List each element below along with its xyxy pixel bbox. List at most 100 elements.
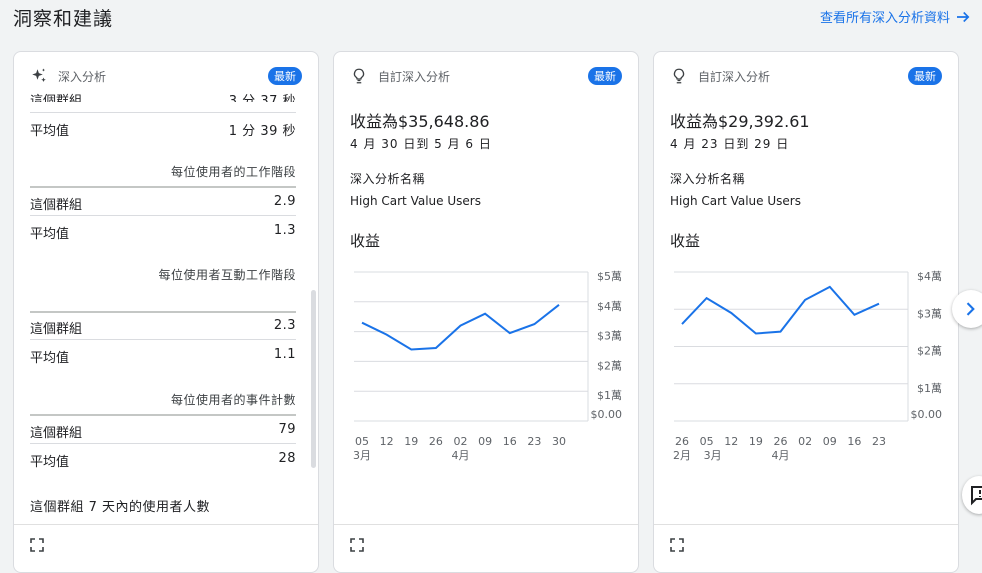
table-row: 這個群組 2.9 — [30, 194, 296, 213]
new-badge: 最新 — [908, 67, 942, 85]
revenue-line-chart: $4萬 $3萬 $2萬 $1萬 $0.00 26 05 12 19 26 02 09 16 23 2月 3月 4… — [673, 270, 943, 462]
x-tick-label: 16 — [847, 435, 861, 448]
insight-value: 收益為$29,392.61 — [670, 112, 810, 131]
y-tick-label: $4萬 — [597, 300, 622, 313]
view-all-label: 查看所有深入分析資料 — [819, 11, 950, 26]
row-value: 28 — [278, 451, 296, 466]
lightbulb-icon — [673, 68, 685, 84]
series-line — [361, 304, 560, 351]
row-value: 2.9 — [273, 194, 296, 209]
card-footer-text: 這個群組 7 天內的使用者人數 — [30, 500, 211, 515]
x-month-label: 2月 — [673, 449, 691, 462]
x-tick-label: 09 — [478, 435, 492, 448]
divider — [30, 339, 296, 340]
row-label: 這個群組 — [30, 426, 83, 441]
new-badge: 最新 — [268, 67, 302, 85]
insight-card-1[interactable]: 深入分析 最新 這個群組 3 分 37 秒 平均值 1 分 39 秒 每位使用者… — [13, 51, 319, 573]
x-month-label: 3月 — [704, 449, 722, 462]
metric-label: 收益 — [350, 232, 381, 250]
x-tick-label: 12 — [380, 435, 394, 448]
y-tick-label: $5萬 — [597, 270, 622, 283]
row-label: 平均值 — [30, 124, 70, 139]
feedback-button[interactable] — [962, 476, 982, 514]
row-label: 平均值 — [30, 227, 70, 242]
row-value: 79 — [278, 422, 296, 437]
table-row: 這個群組 79 — [30, 422, 296, 441]
x-tick-label: 12 — [724, 435, 738, 448]
row-label: 這個群組 — [30, 198, 83, 213]
x-tick-label: 16 — [503, 435, 517, 448]
x-tick-label: 30 — [552, 435, 566, 448]
x-tick-label: 02 — [454, 435, 468, 448]
insight-name-label: 深入分析名稱 — [350, 172, 426, 186]
insight-card-3[interactable]: 自訂深入分析 最新 收益為$29,392.61 4 月 23 日到 29 日 深… — [653, 51, 959, 573]
x-month-label: 3月 — [353, 449, 371, 462]
x-month-label: 4月 — [452, 449, 470, 462]
y-tick-label: $0.00 — [591, 408, 623, 421]
y-tick-label: $2萬 — [917, 345, 942, 358]
x-tick-label: 26 — [429, 435, 443, 448]
x-tick-label: 02 — [798, 435, 812, 448]
row-value: 3 分 37 秒 — [228, 94, 296, 102]
table-row: 平均值 1.1 — [30, 347, 296, 366]
card-divider — [14, 524, 318, 525]
insight-name-value: High Cart Value Users — [350, 194, 481, 208]
expand-icon[interactable] — [30, 538, 44, 552]
arrow-right-icon — [957, 11, 970, 22]
new-badge: 最新 — [588, 67, 622, 85]
x-tick-label: 23 — [872, 435, 886, 448]
expand-icon[interactable] — [350, 538, 364, 552]
divider — [30, 311, 296, 313]
table-row: 平均值 1.3 — [30, 223, 296, 242]
card-divider — [654, 524, 958, 525]
row-value: 1 分 39 秒 — [228, 124, 296, 139]
divider — [30, 112, 296, 113]
divider — [30, 215, 296, 216]
chevron-right-icon — [966, 302, 975, 316]
divider — [30, 186, 296, 188]
view-all-insights-link[interactable]: 查看所有深入分析資料 — [820, 7, 972, 26]
revenue-line-chart: $5萬 $4萬 $3萬 $2萬 $1萬 $0.00 05 12 19 26 02 09 16 23 30 3月… — [353, 270, 623, 462]
y-tick-label: $2萬 — [597, 359, 622, 372]
date-range: 4 月 30 日到 5 月 6 日 — [350, 137, 492, 151]
card-divider — [334, 524, 638, 525]
scrollbar[interactable] — [311, 290, 316, 468]
y-tick-label: $0.00 — [911, 408, 943, 421]
next-card-button[interactable] — [952, 290, 982, 328]
metric-label: 收益 — [670, 232, 701, 250]
y-tick-label: $1萬 — [917, 382, 942, 395]
section-heading: 每位使用者的事件計數 — [170, 393, 296, 407]
table-row: 這個群組 2.3 — [30, 318, 296, 337]
x-tick-label: 26 — [774, 435, 788, 448]
x-tick-label: 19 — [404, 435, 418, 448]
row-label: 平均值 — [30, 351, 70, 366]
row-label: 平均值 — [30, 455, 70, 470]
expand-icon[interactable] — [670, 538, 684, 552]
x-tick-label: 09 — [823, 435, 837, 448]
insight-value: 收益為$35,648.86 — [350, 112, 490, 131]
divider — [30, 414, 296, 416]
page-title: 洞察和建議 — [13, 8, 114, 30]
y-tick-label: $1萬 — [597, 389, 622, 402]
x-tick-label: 23 — [527, 435, 541, 448]
card-title: 深入分析 — [58, 69, 107, 84]
section-heading: 每位使用者互動工作階段 — [158, 268, 296, 282]
row-label: 這個群組 — [30, 322, 83, 337]
table-row: 平均值 1 分 39 秒 — [30, 120, 296, 139]
x-month-label: 4月 — [772, 449, 790, 462]
row-label: 這個群組 — [30, 94, 83, 102]
insight-card-2[interactable]: 自訂深入分析 最新 收益為$35,648.86 4 月 30 日到 5 月 6 … — [333, 51, 639, 573]
date-range: 4 月 23 日到 29 日 — [670, 137, 790, 151]
table-row: 平均值 28 — [30, 451, 296, 470]
row-value: 2.3 — [273, 318, 296, 333]
y-tick-label: $4萬 — [917, 270, 942, 283]
row-value: 1.3 — [273, 223, 296, 238]
card-title: 自訂深入分析 — [378, 69, 451, 84]
section-heading: 每位使用者的工作階段 — [170, 165, 296, 179]
divider — [30, 443, 296, 444]
card-title: 自訂深入分析 — [698, 69, 771, 84]
x-tick-label: 05 — [355, 435, 369, 448]
y-tick-label: $3萬 — [917, 307, 942, 320]
insight-name-value: High Cart Value Users — [670, 194, 801, 208]
feedback-icon — [971, 486, 982, 506]
